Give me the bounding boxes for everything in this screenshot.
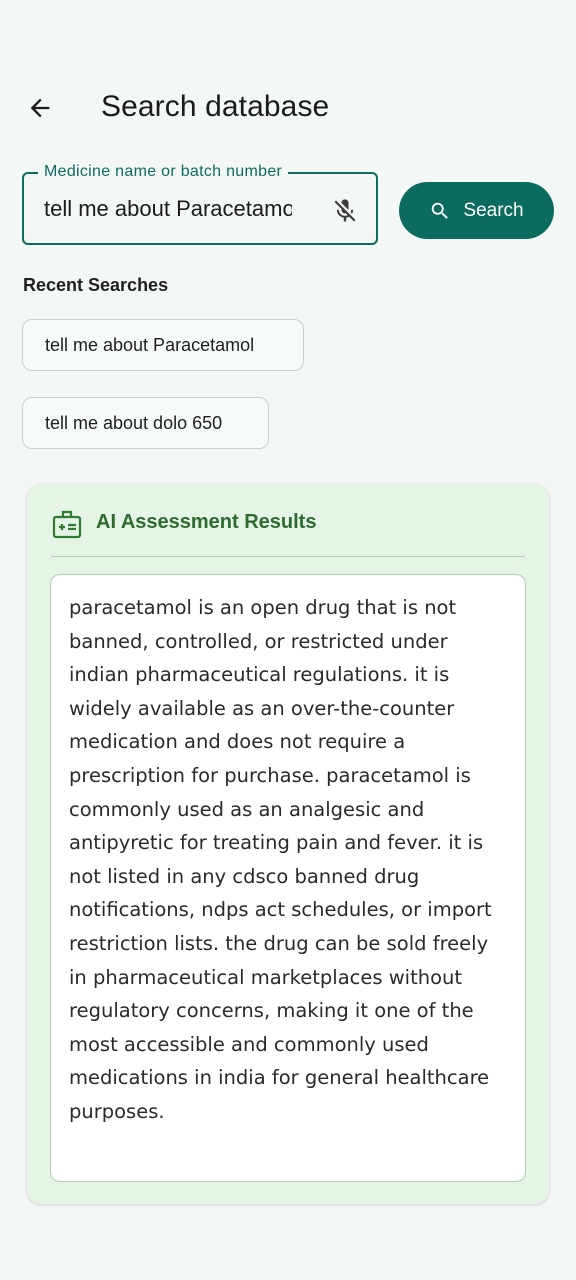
search-button[interactable]: Search [399, 182, 554, 239]
mic-off-icon [334, 199, 356, 222]
back-button[interactable] [20, 88, 60, 128]
medical-id-icon [52, 510, 82, 539]
arrow-back-icon [30, 98, 50, 118]
search-icon [432, 202, 449, 219]
search-input[interactable] [44, 192, 292, 226]
search-field-label: Medicine name or batch number [38, 163, 289, 181]
divider [51, 556, 525, 557]
page-title: Search database [101, 90, 330, 123]
mic-off-button[interactable] [330, 194, 360, 228]
assessment-title: AI Assessment Results [96, 511, 317, 533]
assessment-text: paracetamol is an open drug that is not … [69, 596, 492, 1123]
app-bar: Search database [0, 78, 576, 140]
assessment-text-box: paracetamol is an open drug that is not … [50, 574, 526, 1182]
search-button-label: Search [463, 199, 524, 221]
ai-assessment-card: AI Assessment Results paracetamol is an … [27, 484, 549, 1204]
recent-search-chip[interactable]: tell me about Paracetamol [22, 319, 304, 371]
search-field[interactable]: Medicine name or batch number [22, 163, 378, 245]
recent-searches-heading: Recent Searches [23, 275, 169, 295]
recent-search-chip[interactable]: tell me about dolo 650 [22, 397, 269, 449]
